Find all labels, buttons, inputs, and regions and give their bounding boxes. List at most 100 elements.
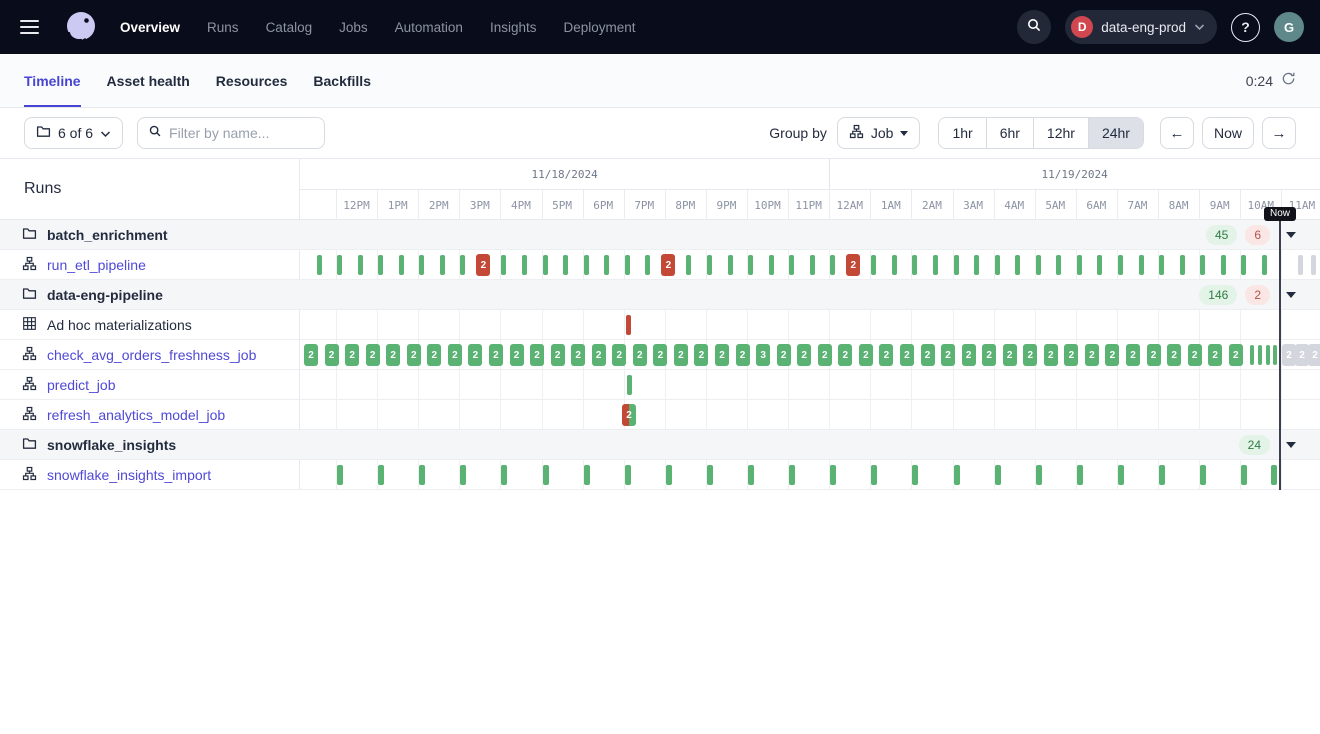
run-marker[interactable] [974,255,979,275]
run-marker[interactable] [543,255,548,275]
run-marker[interactable]: 2 [1147,344,1161,366]
run-marker[interactable] [1139,255,1144,275]
run-marker[interactable] [1180,255,1185,275]
run-marker[interactable] [748,255,753,275]
run-marker[interactable] [1250,345,1254,365]
run-marker[interactable]: 2 [1308,344,1320,366]
workspace-switcher[interactable]: D data-eng-prod [1065,10,1217,44]
run-marker[interactable]: 2 [1064,344,1078,366]
run-marker[interactable]: 2 [1229,344,1243,366]
run-marker[interactable]: 2 [530,344,544,366]
run-marker[interactable] [707,465,713,485]
run-marker[interactable]: 2 [407,344,421,366]
run-marker[interactable] [501,465,507,485]
run-marker[interactable] [1221,255,1226,275]
run-marker[interactable]: 2 [715,344,729,366]
run-marker[interactable]: 2 [448,344,462,366]
run-marker[interactable]: 2 [592,344,606,366]
run-marker[interactable]: 2 [859,344,873,366]
run-marker[interactable] [1273,345,1277,365]
run-marker[interactable] [627,375,632,395]
timeline-prev-button[interactable]: ← [1160,117,1194,149]
job-name[interactable]: check_avg_orders_freshness_job [47,347,256,363]
run-marker[interactable] [358,255,363,275]
run-marker[interactable]: 2 [1282,344,1296,366]
run-marker[interactable] [1241,255,1246,275]
run-marker[interactable] [645,255,650,275]
run-marker[interactable] [1200,255,1205,275]
run-marker[interactable]: 2 [797,344,811,366]
run-marker[interactable]: 2 [1167,344,1181,366]
job-name[interactable]: snowflake_insights_import [47,467,211,483]
run-marker[interactable] [666,465,672,485]
run-marker[interactable]: 2 [900,344,914,366]
run-marker[interactable] [419,465,425,485]
run-marker[interactable] [501,255,506,275]
expand-row-caret-icon[interactable] [1286,442,1296,448]
job-name[interactable]: refresh_analytics_model_job [47,407,225,423]
run-marker[interactable] [830,255,835,275]
refresh-icon[interactable] [1281,71,1296,91]
run-marker[interactable] [460,255,465,275]
run-marker[interactable] [830,465,836,485]
run-marker[interactable] [769,255,774,275]
hamburger-menu-icon[interactable] [20,14,46,40]
range-1hr[interactable]: 1hr [939,118,985,148]
run-marker[interactable]: 2 [1295,344,1309,366]
run-marker[interactable]: 2 [571,344,585,366]
run-marker[interactable]: 2 [653,344,667,366]
run-marker[interactable] [460,465,466,485]
job-name[interactable]: run_etl_pipeline [47,257,146,273]
user-avatar[interactable]: G [1274,12,1304,42]
run-marker[interactable] [728,255,733,275]
nav-item-automation[interactable]: Automation [395,20,463,35]
run-marker[interactable] [378,255,383,275]
run-marker[interactable] [625,465,631,485]
nav-item-overview[interactable]: Overview [120,20,180,35]
run-marker[interactable] [440,255,445,275]
run-marker[interactable]: 2 [1023,344,1037,366]
run-marker[interactable] [1241,465,1247,485]
run-marker[interactable] [1262,255,1267,275]
run-marker[interactable]: 2 [1003,344,1017,366]
run-marker[interactable]: 2 [551,344,565,366]
search-button[interactable] [1017,10,1051,44]
dagster-logo-icon[interactable] [62,8,100,46]
run-marker[interactable] [933,255,938,275]
run-marker[interactable] [1036,255,1041,275]
run-marker[interactable]: 2 [736,344,750,366]
run-marker[interactable] [1298,255,1303,275]
run-marker[interactable] [1159,255,1164,275]
run-marker[interactable] [1159,465,1165,485]
run-marker[interactable] [789,465,795,485]
run-marker[interactable] [954,255,959,275]
run-marker[interactable]: 2 [1044,344,1058,366]
run-marker[interactable]: 2 [427,344,441,366]
run-marker[interactable]: 2 [661,254,675,276]
run-marker[interactable] [912,255,917,275]
range-6hr[interactable]: 6hr [986,118,1033,148]
run-marker[interactable] [419,255,424,275]
run-marker[interactable] [1097,255,1102,275]
range-12hr[interactable]: 12hr [1033,118,1088,148]
nav-item-jobs[interactable]: Jobs [339,20,368,35]
run-marker[interactable] [892,255,897,275]
run-marker[interactable]: 3 [756,344,770,366]
run-marker[interactable] [1015,255,1020,275]
run-marker[interactable]: 2 [982,344,996,366]
run-marker[interactable] [1200,465,1206,485]
run-marker[interactable]: 2 [1126,344,1140,366]
run-marker[interactable] [686,255,691,275]
range-24hr[interactable]: 24hr [1088,118,1143,148]
code-location-filter-button[interactable]: 6 of 6 [24,117,123,149]
run-marker[interactable]: 2 [694,344,708,366]
job-name[interactable]: predict_job [47,377,116,393]
run-marker[interactable] [625,255,630,275]
run-marker[interactable]: 2 [633,344,647,366]
run-marker[interactable]: 2 [612,344,626,366]
run-marker[interactable]: 2 [510,344,524,366]
run-marker[interactable] [748,465,754,485]
run-marker[interactable]: 2 [304,344,318,366]
run-marker[interactable] [626,315,631,335]
timeline-now-button[interactable]: Now [1202,117,1254,149]
